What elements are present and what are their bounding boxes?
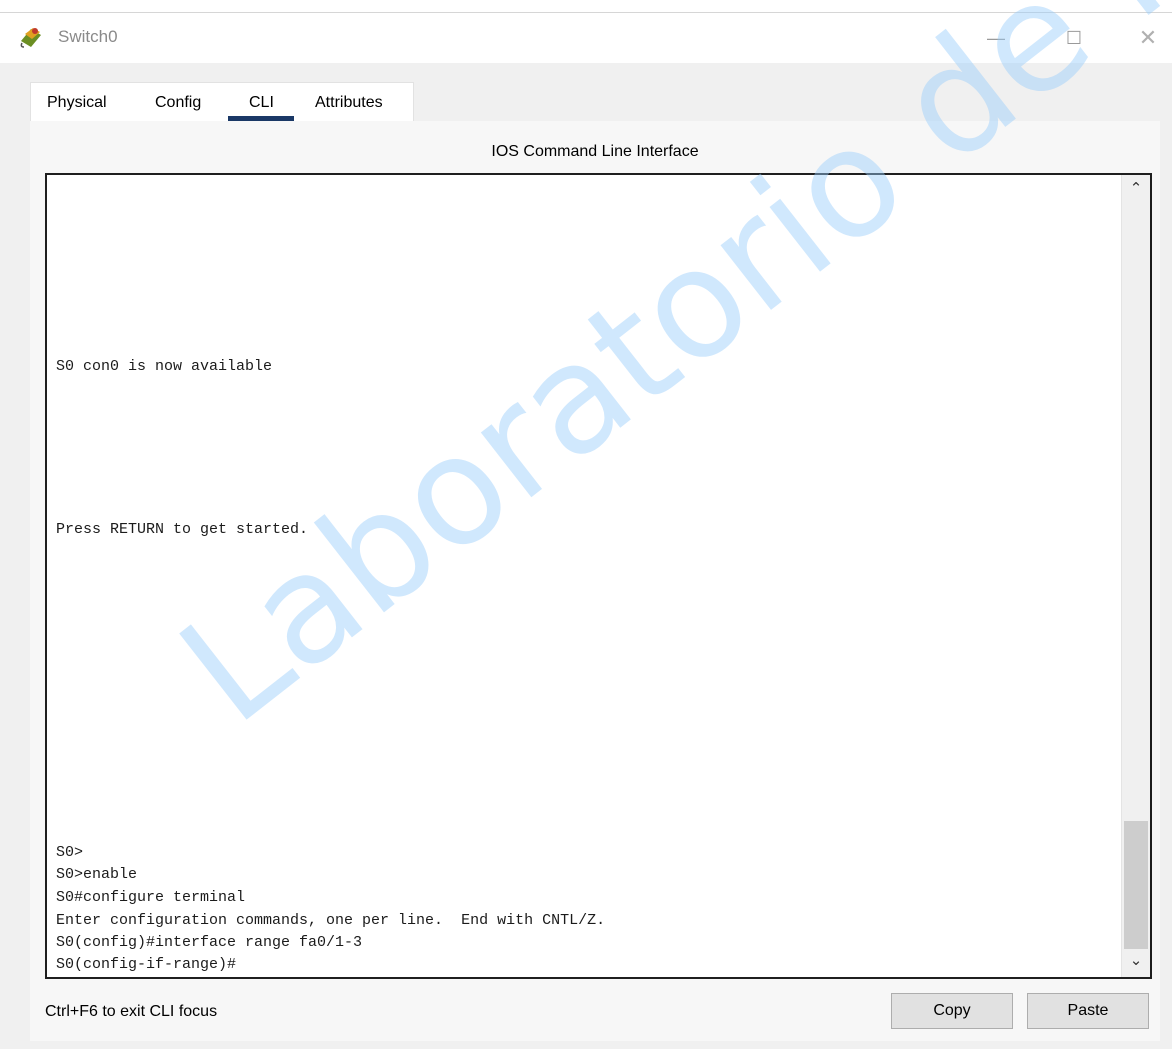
minimize-button[interactable]: — bbox=[978, 23, 1014, 53]
top-edge bbox=[0, 0, 1172, 13]
terminal-scrollbar[interactable]: ⌃ ⌄ bbox=[1121, 175, 1150, 977]
tab-config[interactable]: Config bbox=[155, 94, 201, 112]
panel-title: IOS Command Line Interface bbox=[491, 143, 699, 160]
terminal-prompt: S0(config-if-range)# bbox=[56, 956, 237, 973]
scroll-up-icon[interactable]: ⌃ bbox=[1122, 179, 1150, 201]
terminal-line: S0(config)#interface range fa0/1-3 bbox=[56, 934, 363, 951]
maximize-button[interactable]: ☐ bbox=[1056, 23, 1092, 53]
scroll-thumb[interactable] bbox=[1124, 821, 1148, 949]
terminal-line: Press RETURN to get started. bbox=[56, 521, 309, 538]
tab-cli[interactable]: CLI bbox=[249, 94, 274, 112]
terminal-line: S0#configure terminal bbox=[56, 889, 246, 906]
switch-app-icon bbox=[18, 25, 44, 49]
close-button[interactable]: ✕ bbox=[1130, 23, 1166, 53]
copy-button[interactable]: Copy bbox=[891, 993, 1013, 1029]
tab-physical[interactable]: Physical bbox=[47, 94, 107, 112]
terminal-line: S0> bbox=[56, 844, 84, 861]
cli-terminal[interactable]: S0 con0 is now available Press RETURN to… bbox=[45, 173, 1152, 979]
terminal-line: Enter configuration commands, one per li… bbox=[56, 912, 606, 929]
paste-button[interactable]: Paste bbox=[1027, 993, 1149, 1029]
scroll-down-icon[interactable]: ⌄ bbox=[1122, 951, 1150, 973]
window-titlebar: Switch0 — ☐ ✕ bbox=[0, 13, 1172, 63]
tab-attributes[interactable]: Attributes bbox=[315, 94, 383, 112]
terminal-line: S0>enable bbox=[56, 866, 138, 883]
terminal-line: S0 con0 is now available bbox=[56, 358, 273, 375]
tab-bar: Physical Config CLI Attributes bbox=[30, 82, 414, 123]
focus-hint: Ctrl+F6 to exit CLI focus bbox=[45, 1003, 218, 1020]
window-title: Switch0 bbox=[58, 27, 118, 46]
